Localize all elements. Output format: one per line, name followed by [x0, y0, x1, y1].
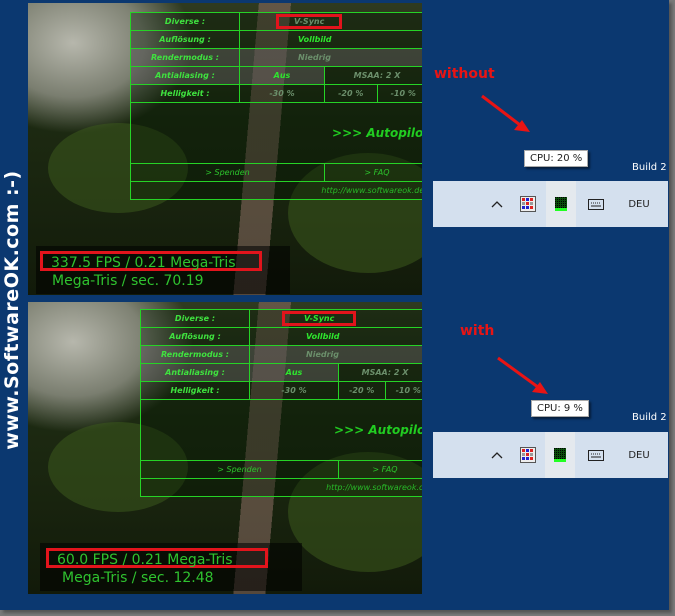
brightness-option[interactable]: -10 % — [384, 381, 422, 400]
menu-label: Rendermodus : — [140, 345, 250, 364]
cpu-meter-icon[interactable] — [545, 432, 575, 478]
antialiasing-off-option[interactable]: Aus — [249, 363, 339, 382]
arrow-icon — [481, 94, 530, 132]
antialiasing-msaa-option[interactable]: MSAA: 2 X — [324, 66, 422, 85]
build-label: Build 2 — [632, 162, 667, 173]
faq-link[interactable]: > FAQ — [338, 460, 422, 479]
menu-label: Antialiasing : — [140, 363, 250, 382]
brightness-option[interactable]: -30 % — [249, 381, 339, 400]
game-screenshot-without: Diverse : V-Sync Auflösung : Vollbild Re… — [28, 3, 422, 295]
composite-image: www.SoftwareOK.com :-) Diverse : V-Sync … — [0, 0, 669, 610]
autopilot-button[interactable]: >>> Autopilot — [130, 102, 422, 164]
render-mode-option[interactable]: Niedrig — [249, 345, 422, 364]
app-grid-icon[interactable] — [515, 432, 541, 478]
fps-overlay: 60.0 FPS / 0.21 Mega-Tris Mega-Tris / se… — [40, 543, 302, 591]
system-tray: DEU — [433, 432, 668, 478]
brightness-option[interactable]: -10 % — [376, 84, 422, 103]
menu-label: Rendermodus : — [130, 48, 240, 67]
settings-menu: Diverse : V-Sync Auflösung : Vollbild Re… — [130, 12, 422, 200]
menu-label: Auflösung : — [130, 30, 240, 49]
menu-label: Antialiasing : — [130, 66, 240, 85]
website-link[interactable]: http://www.softwareok.de — [140, 478, 422, 497]
keyboard-icon[interactable] — [583, 432, 609, 478]
language-indicator[interactable]: DEU — [619, 432, 659, 478]
antialiasing-msaa-option[interactable]: MSAA: 2 X — [338, 363, 422, 382]
brightness-option[interactable]: -20 % — [324, 84, 378, 103]
fps-overlay: 337.5 FPS / 0.21 Mega-Tris Mega-Tris / s… — [36, 246, 290, 294]
watermark: www.SoftwareOK.com :-) — [1, 170, 23, 450]
website-link[interactable]: http://www.softwareok.de/ — [130, 181, 422, 200]
chevron-up-icon[interactable] — [485, 432, 509, 478]
faq-link[interactable]: > FAQ — [324, 163, 422, 182]
keyboard-icon[interactable] — [583, 181, 609, 227]
cpu-meter-icon[interactable] — [546, 181, 576, 227]
settings-menu: Diverse : V-Sync Auflösung : Vollbild Re… — [140, 309, 422, 497]
menu-label: Diverse : — [140, 309, 250, 328]
language-indicator[interactable]: DEU — [619, 181, 659, 227]
donate-link[interactable]: > Spenden — [130, 163, 325, 182]
render-mode-option[interactable]: Niedrig — [239, 48, 422, 67]
build-label: Build 2 — [632, 412, 667, 423]
menu-label: Diverse : — [130, 12, 240, 31]
system-tray: DEU — [433, 181, 668, 227]
donate-link[interactable]: > Spenden — [140, 460, 339, 479]
brightness-option[interactable]: -30 % — [239, 84, 325, 103]
fps-readout: 337.5 FPS / 0.21 Mega-Tris — [40, 251, 262, 271]
menu-label: Helligkeit : — [130, 84, 240, 103]
brightness-option[interactable]: -20 % — [338, 381, 386, 400]
menu-label: Helligkeit : — [140, 381, 250, 400]
tris-per-second-readout: Mega-Tris / sec. 70.19 — [52, 273, 204, 289]
game-screenshot-with: Diverse : V-Sync Auflösung : Vollbild Re… — [28, 302, 422, 594]
resolution-option[interactable]: Vollbild — [249, 327, 422, 346]
menu-label: Auflösung : — [140, 327, 250, 346]
arrow-icon — [497, 356, 548, 394]
vsync-option[interactable]: V-Sync — [281, 311, 357, 326]
app-grid-icon[interactable] — [515, 181, 541, 227]
resolution-option[interactable]: Vollbild — [239, 30, 422, 49]
fps-readout: 60.0 FPS / 0.21 Mega-Tris — [46, 548, 268, 568]
tris-per-second-readout: Mega-Tris / sec. 12.48 — [62, 570, 214, 586]
cpu-tooltip: CPU: 9 % — [531, 400, 589, 417]
chevron-up-icon[interactable] — [485, 181, 509, 227]
autopilot-button[interactable]: >>> Autopilot — [140, 399, 422, 461]
antialiasing-off-option[interactable]: Aus — [239, 66, 325, 85]
cpu-tooltip: CPU: 20 % — [524, 150, 589, 167]
vsync-option[interactable]: V-Sync — [275, 14, 343, 29]
annotation-with: with — [460, 323, 495, 339]
annotation-without: without — [434, 66, 495, 82]
